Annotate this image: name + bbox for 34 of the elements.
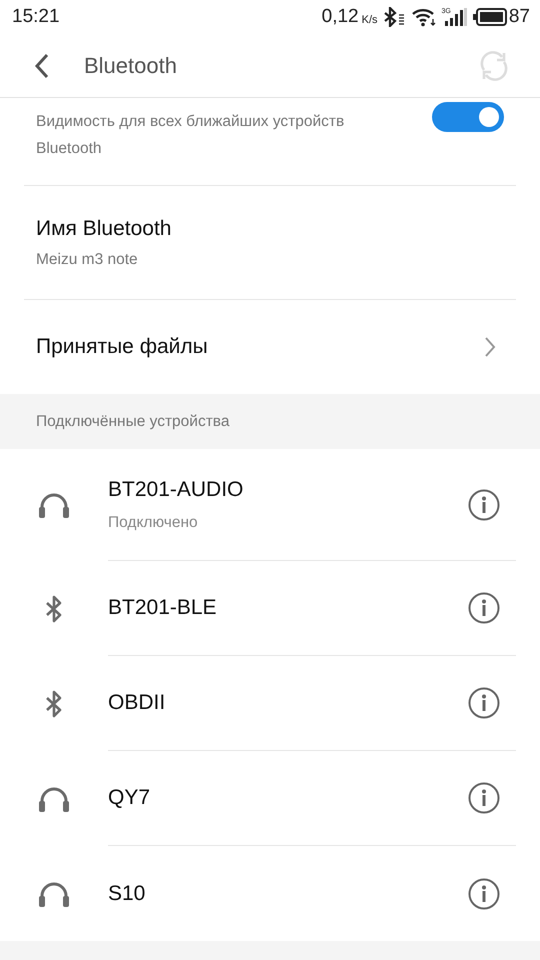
device-name[interactable]: BT201-BLE <box>108 596 217 620</box>
bluetooth-name-row[interactable]: Имя Bluetooth Meizu m3 note <box>0 186 540 299</box>
device-status: Подключено <box>108 514 199 532</box>
bluetooth-status-icon <box>384 7 406 27</box>
bluetooth-icon <box>45 690 63 718</box>
info-icon[interactable] <box>468 592 500 624</box>
setting-title: Имя Bluetooth <box>36 216 172 240</box>
setting-value: Meizu m3 note <box>36 250 139 268</box>
section-header: Подключённые устройства <box>36 412 230 430</box>
network-speed: 0,12 <box>322 6 359 28</box>
device-name[interactable]: QY7 <box>108 786 150 810</box>
headphones-icon <box>38 492 70 518</box>
battery-icon <box>472 8 507 26</box>
wifi-icon <box>412 7 436 27</box>
headphones-icon <box>38 880 70 906</box>
visibility-switch[interactable] <box>432 102 504 132</box>
received-files-row[interactable]: Принятые файлы <box>0 300 540 394</box>
back-icon[interactable] <box>34 52 50 78</box>
battery-level: 87 <box>508 6 530 28</box>
headphones-icon <box>38 786 70 812</box>
setting-title: Принятые файлы <box>36 335 208 359</box>
info-icon[interactable] <box>468 687 500 719</box>
chevron-right-icon <box>484 336 496 358</box>
info-icon[interactable] <box>468 782 500 814</box>
device-name[interactable]: BT201-AUDIO <box>108 478 244 502</box>
info-icon[interactable] <box>468 488 500 520</box>
bluetooth-icon <box>45 594 63 622</box>
device-name[interactable]: OBDII <box>108 691 166 715</box>
clock: 15:21 <box>12 6 60 28</box>
info-icon[interactable] <box>468 878 500 910</box>
device-name[interactable]: S10 <box>108 882 146 906</box>
setting-description: Видимость для всех ближайших устройств Bluetooth <box>36 112 346 159</box>
speed-unit: K/s <box>362 14 378 26</box>
screen-title: Bluetooth <box>84 52 178 78</box>
